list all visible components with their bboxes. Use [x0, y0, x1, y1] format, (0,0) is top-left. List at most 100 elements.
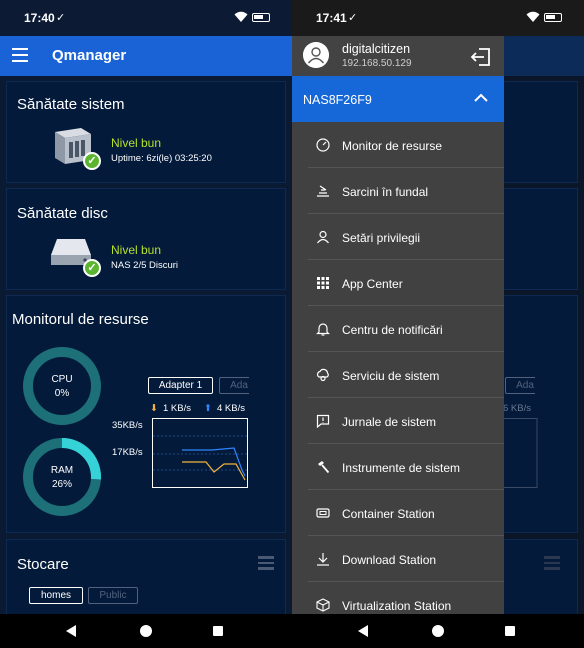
disk-count-text: NAS 2/5 Discuri — [111, 260, 179, 271]
wifi-icon — [526, 11, 540, 22]
ram-label: RAM — [50, 465, 74, 476]
cube-icon — [316, 598, 330, 612]
menu-label: Container Station — [342, 507, 435, 521]
card-title: Stocare — [17, 556, 69, 573]
card-title: Sănătate disc — [17, 205, 108, 222]
tab-homes[interactable]: homes — [29, 587, 83, 604]
menu-label: App Center — [342, 277, 403, 291]
cpu-value: 0% — [54, 388, 70, 399]
ram-gauge: RAM 26% — [22, 437, 102, 517]
log-icon — [316, 414, 330, 428]
system-nav-bar — [0, 614, 292, 648]
status-bar: 17:40 ✓ — [0, 0, 292, 36]
menu-icon[interactable] — [12, 48, 28, 62]
dimmed-tab-clip: Ada — [505, 377, 535, 394]
wifi-icon — [234, 11, 248, 22]
tab-adapter-1[interactable]: Adapter 1 — [148, 377, 213, 394]
menu-label: Jurnale de sistem — [342, 415, 437, 429]
menu-label: Setări privilegii — [342, 231, 421, 245]
status-time: 17:40 — [24, 11, 55, 25]
back-icon[interactable] — [358, 625, 368, 637]
dimmed-list-icon — [544, 556, 560, 570]
ok-check-icon: ✓ — [83, 152, 101, 170]
upload-arrow-icon: ⬆ — [204, 403, 212, 414]
download-icon — [317, 553, 329, 566]
battery-icon — [544, 13, 562, 22]
status-time: 17:41 — [316, 11, 347, 25]
disk-health-card[interactable]: Sănătate disc ✓ Nivel bun NAS 2/5 Discur… — [6, 188, 286, 290]
menu-item-download-station[interactable]: Download Station — [308, 536, 504, 582]
recents-icon[interactable] — [505, 626, 515, 636]
app-title: Qmanager — [52, 47, 127, 64]
user-icon — [317, 230, 329, 244]
right-screen: 17:41 ✓ Ada 6 KB/s digitalcitizen 192.16… — [292, 0, 584, 648]
menu-item-system-tools[interactable]: Instrumente de sistem — [308, 444, 504, 490]
battery-icon — [252, 13, 270, 22]
ram-value: 26% — [51, 479, 72, 490]
status-text: Nivel bun — [111, 136, 162, 150]
menu-item-privileges[interactable]: Setări privilegii — [308, 214, 504, 260]
menu-label: Virtualization Station — [342, 599, 452, 613]
menu-label: Instrumente de sistem — [342, 461, 461, 475]
navigation-drawer: digitalcitizen 192.168.50.129 NAS8F26F9 … — [292, 36, 504, 614]
card-title: Monitorul de resurse — [12, 311, 149, 328]
tasks-icon — [317, 185, 329, 197]
logout-icon[interactable] — [470, 46, 492, 68]
status-text: Nivel bun — [111, 243, 162, 257]
system-health-card[interactable]: Sănătate sistem ✓ Nivel bun Uptime: 6zi(… — [6, 81, 286, 183]
menu-item-resource-monitor[interactable]: Monitor de resurse — [308, 122, 504, 168]
card-title: Sănătate sistem — [17, 96, 125, 113]
hammer-icon — [318, 461, 330, 474]
check-icon: ✓ — [56, 12, 66, 24]
cpu-label: CPU — [51, 374, 73, 385]
y-tick-mid: 17KB/s — [112, 447, 143, 458]
menu-item-system-logs[interactable]: Jurnale de sistem — [308, 398, 504, 444]
nas-name: NAS8F26F9 — [303, 93, 372, 107]
dimmed-tab: Ada — [505, 377, 535, 394]
download-arrow-icon: ⬇ — [150, 403, 158, 414]
menu-label: Centru de notificări — [342, 323, 443, 337]
chevron-up-icon[interactable] — [474, 92, 488, 104]
menu-label: Download Station — [342, 553, 437, 567]
back-icon[interactable] — [66, 625, 76, 637]
tab-adapter-2[interactable]: Ada — [219, 377, 249, 394]
download-speed: 1 KB/s — [163, 403, 191, 414]
username: digitalcitizen — [342, 42, 411, 56]
menu-label: Serviciu de sistem — [342, 369, 440, 383]
app-bar: Qmanager — [0, 36, 292, 76]
cpu-gauge: CPU 0% — [22, 346, 102, 426]
uptime-text: Uptime: 6zi(le) 03:25:20 — [111, 153, 212, 164]
menu-label: Monitor de resurse — [342, 139, 443, 153]
bell-icon — [316, 323, 330, 336]
cloud-gear-icon — [316, 368, 329, 382]
left-screen: 17:40 ✓ Qmanager Sănătate sistem ✓ Nivel… — [0, 0, 292, 648]
upload-speed: 4 KB/s — [217, 403, 245, 414]
apps-grid-icon — [317, 277, 329, 289]
drawer-header: digitalcitizen 192.168.50.129 — [292, 36, 504, 76]
list-menu-icon[interactable] — [258, 556, 274, 570]
nas-selector[interactable]: NAS8F26F9 — [292, 76, 504, 122]
resource-monitor-card[interactable]: Monitorul de resurse CPU 0% RAM 26% Adap… — [6, 295, 286, 533]
menu-item-app-center[interactable]: App Center — [308, 260, 504, 306]
menu-label: Sarcini în fundal — [342, 185, 429, 199]
gauge-icon — [316, 138, 330, 152]
system-nav-bar — [292, 614, 584, 648]
dimmed-speed: 6 KB/s — [503, 403, 531, 414]
network-chart — [152, 418, 248, 488]
ip-address: 192.168.50.129 — [342, 58, 412, 69]
home-icon[interactable] — [140, 625, 152, 637]
recents-icon[interactable] — [213, 626, 223, 636]
storage-card[interactable]: Stocare homes Public — [6, 539, 286, 619]
y-tick-top: 35KB/s — [112, 420, 143, 431]
menu-item-notification-center[interactable]: Centru de notificări — [308, 306, 504, 352]
ok-check-icon: ✓ — [83, 259, 101, 277]
menu-item-background-tasks[interactable]: Sarcini în fundal — [308, 168, 504, 214]
tab-public[interactable]: Public — [88, 587, 138, 604]
container-icon — [316, 508, 330, 518]
menu-item-container-station[interactable]: Container Station — [308, 490, 504, 536]
menu-item-system-service[interactable]: Serviciu de sistem — [308, 352, 504, 398]
check-icon: ✓ — [348, 12, 358, 24]
avatar-icon[interactable] — [303, 42, 329, 68]
home-icon[interactable] — [432, 625, 444, 637]
tab-adapter-2-clip: Ada — [219, 377, 249, 394]
